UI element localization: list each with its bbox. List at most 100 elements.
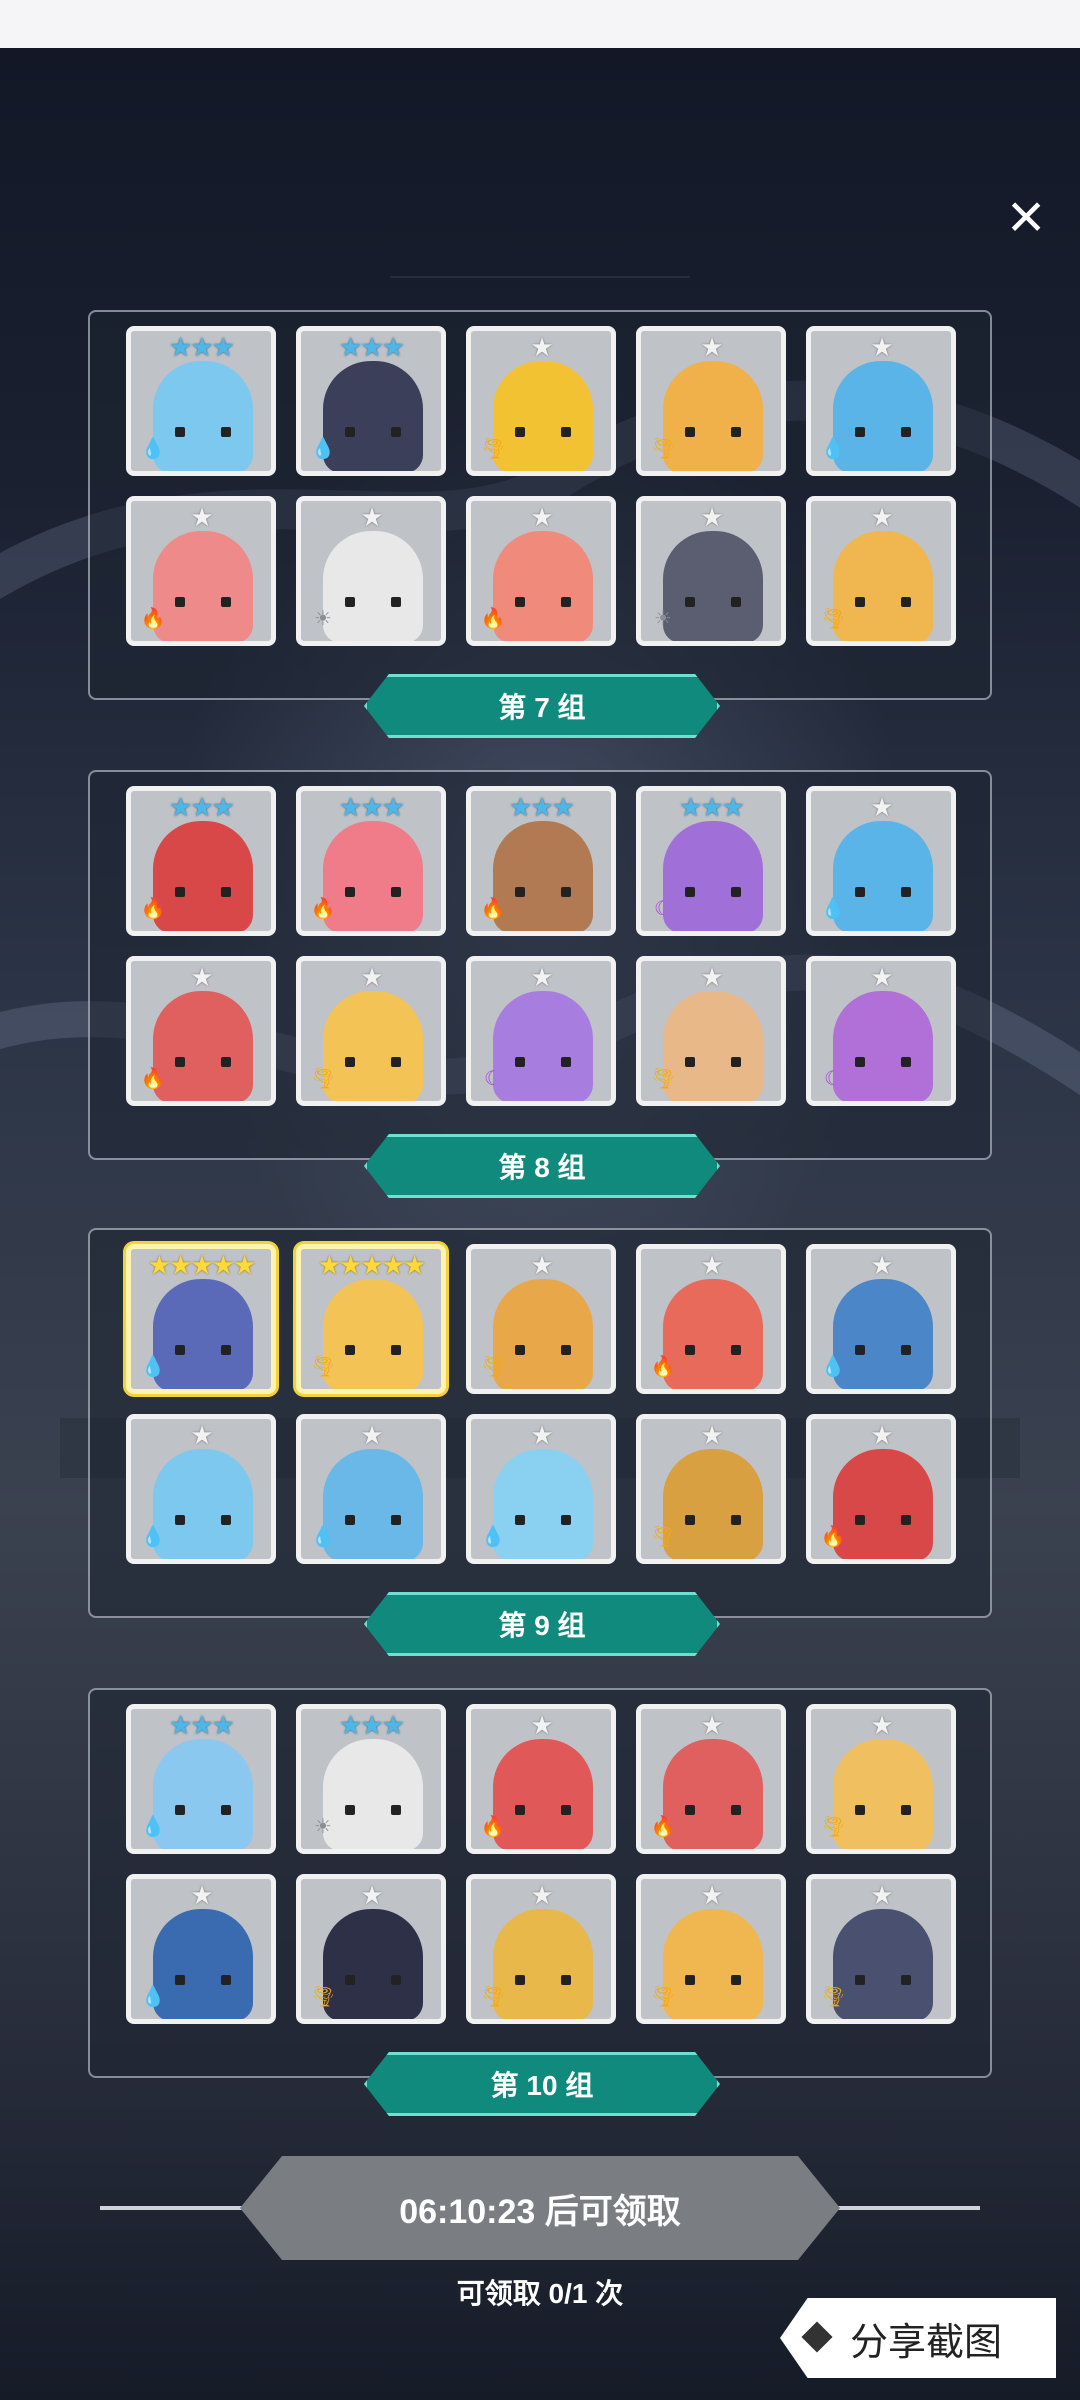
star-rating: ★ [700, 332, 723, 362]
wind-element-icon: 🌪 [650, 438, 676, 460]
character-card[interactable]: ★★★ 💧 [126, 1704, 276, 1854]
character-portrait [153, 531, 253, 641]
character-eyes [855, 427, 911, 437]
star-rating: ★★★★★ [147, 1250, 257, 1280]
character-card[interactable]: ★★★ 🔥 [126, 786, 276, 936]
character-card[interactable]: ★★★ 💧 [126, 326, 276, 476]
character-card[interactable]: ★ 💧 [126, 1874, 276, 2024]
claim-timer-label: 06:10:23 后可领取 [399, 2192, 681, 2231]
light-element-icon: ☀ [314, 608, 332, 630]
character-portrait [493, 361, 593, 471]
character-portrait [493, 1279, 593, 1389]
character-portrait [153, 991, 253, 1101]
character-eyes [685, 1515, 741, 1525]
character-eyes [175, 1057, 231, 1067]
character-card[interactable]: ★ 🌪 [466, 1874, 616, 2024]
character-card[interactable]: ★ 🌪 [636, 956, 786, 1106]
character-card[interactable]: ★ 🔥 [126, 496, 276, 646]
character-portrait [833, 1449, 933, 1559]
character-card[interactable]: ★ 🌪 [806, 496, 956, 646]
character-card[interactable]: ★★★ ☾ [636, 786, 786, 936]
character-portrait [663, 1909, 763, 2019]
character-portrait [663, 1449, 763, 1559]
character-eyes [175, 1975, 231, 1985]
group-label-banner: 第 8 组 [364, 1134, 720, 1198]
character-eyes [175, 887, 231, 897]
character-card[interactable]: ★ 🔥 [466, 496, 616, 646]
wind-element-icon: 🌪 [480, 1356, 506, 1378]
character-card[interactable]: ★ 🌪 [466, 326, 616, 476]
character-card[interactable]: ★ 💧 [806, 1244, 956, 1394]
group-label-banner: 第 7 组 [364, 674, 720, 738]
character-card[interactable]: ★ 🌪 [636, 1874, 786, 2024]
character-card[interactable]: ★ ☾ [466, 956, 616, 1106]
fire-element-icon: 🔥 [140, 1068, 166, 1090]
star-rating: ★ [870, 1880, 893, 1910]
character-card[interactable]: ★★★ 🔥 [466, 786, 616, 936]
character-eyes [855, 1345, 911, 1355]
star-rating: ★ [530, 332, 553, 362]
wind-element-icon: 🌪 [650, 1526, 676, 1548]
wind-element-icon: 🌪 [820, 608, 846, 630]
character-card[interactable]: ★ 🌪 [296, 1874, 446, 2024]
character-portrait [323, 1909, 423, 2019]
character-eyes [175, 1345, 231, 1355]
character-card[interactable]: ★ 🌪 [296, 956, 446, 1106]
character-card[interactable]: ★ 🔥 [636, 1704, 786, 1854]
character-card[interactable]: ★ 💧 [806, 786, 956, 936]
character-eyes [515, 1515, 571, 1525]
star-rating: ★ [530, 1880, 553, 1910]
water-element-icon: 💧 [140, 1526, 166, 1548]
character-card[interactable]: ★★★ 💧 [296, 326, 446, 476]
character-portrait [153, 1909, 253, 2019]
character-eyes [175, 597, 231, 607]
character-card[interactable]: ★ ☾ [806, 956, 956, 1106]
fire-element-icon: 🔥 [140, 608, 166, 630]
character-card[interactable]: ★★★★★ 🌪 [296, 1244, 446, 1394]
star-rating: ★ [870, 1420, 893, 1450]
star-rating: ★ [870, 1250, 893, 1280]
character-eyes [515, 1345, 571, 1355]
character-portrait [663, 991, 763, 1101]
character-card[interactable]: ★★★★★ 💧 [126, 1244, 276, 1394]
character-card[interactable]: ★ 🌪 [806, 1704, 956, 1854]
share-screenshot-button[interactable]: 分享截图 [780, 2298, 1056, 2378]
claim-timer-button[interactable]: 06:10:23 后可领取 [240, 2156, 840, 2260]
group-label: 第 10 组 [490, 2070, 594, 2101]
character-card[interactable]: ★★★ ☀ [296, 1704, 446, 1854]
diamond-icon [801, 2321, 833, 2353]
water-element-icon: 💧 [140, 1816, 166, 1838]
character-eyes [175, 1515, 231, 1525]
share-label: 分享截图 [850, 2321, 1003, 2364]
character-eyes [345, 1515, 401, 1525]
character-card[interactable]: ★ 🔥 [636, 1244, 786, 1394]
timer-line-left [100, 2206, 250, 2210]
character-card[interactable]: ★ 🔥 [126, 956, 276, 1106]
close-button[interactable]: × [990, 180, 1062, 252]
character-eyes [345, 1805, 401, 1815]
character-card[interactable]: ★★★ 🔥 [296, 786, 446, 936]
star-rating: ★ [190, 502, 213, 532]
group-label: 第 7 组 [498, 692, 586, 723]
character-card[interactable]: ★ 🌪 [466, 1244, 616, 1394]
character-portrait [663, 531, 763, 641]
character-card[interactable]: ★ 💧 [296, 1414, 446, 1564]
character-card[interactable]: ★ 🔥 [806, 1414, 956, 1564]
character-portrait [153, 1279, 253, 1389]
fire-element-icon: 🔥 [480, 898, 506, 920]
character-card[interactable]: ★ 🔥 [466, 1704, 616, 1854]
character-card[interactable]: ★ 💧 [806, 326, 956, 476]
character-eyes [515, 1975, 571, 1985]
character-portrait [833, 991, 933, 1101]
water-element-icon: 💧 [480, 1526, 506, 1548]
character-card[interactable]: ★ ☀ [296, 496, 446, 646]
character-card[interactable]: ★ 🌪 [636, 326, 786, 476]
character-card[interactable]: ★ 🌪 [806, 1874, 956, 2024]
star-rating: ★ [870, 1710, 893, 1740]
character-card[interactable]: ★ 💧 [126, 1414, 276, 1564]
character-card[interactable]: ★ 💧 [466, 1414, 616, 1564]
water-element-icon: 💧 [310, 438, 336, 460]
wind-element-icon: 🌪 [820, 1986, 846, 2008]
character-card[interactable]: ★ 🌪 [636, 1414, 786, 1564]
character-card[interactable]: ★ ☀ [636, 496, 786, 646]
